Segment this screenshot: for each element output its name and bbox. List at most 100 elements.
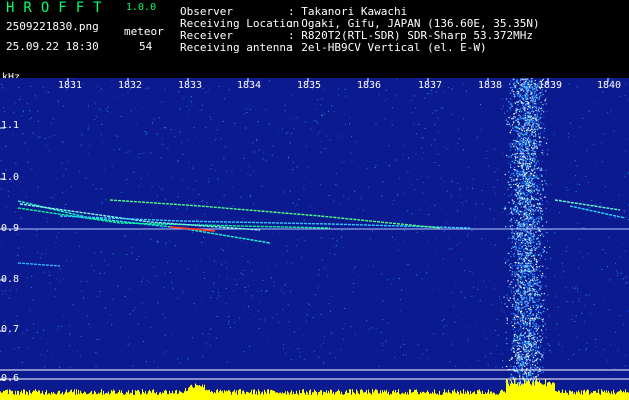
echo-bar bbox=[237, 394, 238, 400]
band-pixel bbox=[521, 238, 523, 240]
band-pixel bbox=[522, 283, 524, 285]
noise-pixel bbox=[18, 87, 20, 89]
band-pixel bbox=[546, 231, 548, 234]
noise-pixel bbox=[426, 349, 428, 351]
band-pixel bbox=[544, 127, 546, 129]
echo-bar bbox=[187, 390, 188, 400]
noise-pixel bbox=[49, 136, 51, 138]
band-pixel bbox=[535, 105, 537, 107]
band-pixel bbox=[534, 128, 536, 130]
band-pixel bbox=[524, 115, 526, 117]
band-pixel bbox=[519, 358, 521, 360]
noise-pixel bbox=[511, 313, 513, 315]
noise-pixel bbox=[128, 336, 130, 338]
echo-bar bbox=[194, 387, 195, 400]
band-pixel bbox=[525, 159, 527, 161]
band-pixel bbox=[533, 247, 535, 249]
noise-pixel bbox=[50, 317, 52, 319]
echo-bar bbox=[304, 392, 305, 400]
band-pixel bbox=[515, 93, 517, 95]
noise-pixel bbox=[247, 261, 249, 263]
band-pixel bbox=[539, 183, 541, 185]
noise-pixel bbox=[190, 96, 192, 98]
band-pixel bbox=[517, 82, 520, 84]
band-pixel bbox=[527, 355, 529, 357]
noise-pixel bbox=[284, 105, 286, 107]
band-pixel bbox=[520, 87, 522, 89]
noise-pixel bbox=[66, 260, 68, 262]
noise-pixel bbox=[460, 195, 462, 196]
noise-pixel bbox=[157, 367, 159, 369]
noise-pixel bbox=[145, 88, 147, 90]
band-pixel bbox=[538, 298, 540, 300]
noise-pixel bbox=[212, 290, 214, 292]
noise-pixel bbox=[55, 236, 57, 238]
noise-pixel bbox=[290, 194, 292, 196]
band-pixel bbox=[511, 232, 513, 234]
noise-pixel bbox=[172, 287, 174, 289]
noise-pixel bbox=[588, 181, 590, 183]
noise-pixel bbox=[601, 268, 603, 270]
echo-bar bbox=[226, 390, 227, 400]
band-pixel bbox=[527, 362, 529, 364]
noise-pixel bbox=[229, 205, 231, 207]
noise-pixel bbox=[90, 265, 92, 267]
band-pixel bbox=[533, 336, 535, 338]
band-pixel bbox=[539, 289, 541, 291]
noise-pixel bbox=[574, 136, 576, 138]
band-pixel bbox=[521, 361, 523, 363]
noise-pixel bbox=[496, 345, 498, 347]
noise-pixel bbox=[314, 295, 316, 297]
noise-pixel bbox=[426, 272, 428, 274]
band-pixel bbox=[524, 207, 526, 209]
noise-pixel bbox=[318, 131, 320, 133]
noise-pixel bbox=[530, 160, 532, 161]
noise-pixel bbox=[257, 121, 259, 123]
band-pixel bbox=[519, 162, 521, 164]
noise-pixel bbox=[548, 314, 550, 316]
noise-pixel bbox=[287, 347, 289, 349]
noise-pixel bbox=[145, 126, 146, 128]
echo-bar bbox=[223, 393, 224, 400]
band-pixel bbox=[529, 171, 531, 173]
band-pixel bbox=[528, 154, 530, 156]
band-pixel bbox=[532, 332, 534, 334]
band-pixel bbox=[531, 190, 533, 192]
band-pixel bbox=[517, 242, 520, 244]
band-pixel bbox=[529, 278, 531, 280]
noise-pixel bbox=[422, 230, 424, 232]
band-pixel bbox=[527, 89, 529, 91]
noise-pixel bbox=[159, 186, 161, 188]
band-pixel bbox=[534, 95, 537, 97]
band-pixel bbox=[539, 243, 541, 245]
noise-pixel bbox=[208, 181, 210, 183]
band-pixel bbox=[528, 281, 530, 283]
noise-pixel bbox=[361, 198, 363, 200]
band-pixel bbox=[533, 333, 536, 335]
band-pixel bbox=[516, 235, 519, 237]
echo-bar bbox=[207, 390, 208, 400]
noise-pixel bbox=[59, 280, 61, 282]
echo-bar bbox=[80, 390, 81, 400]
band-pixel bbox=[516, 174, 518, 176]
band-pixel bbox=[521, 269, 523, 271]
noise-pixel bbox=[0, 160, 2, 162]
band-pixel bbox=[519, 101, 522, 103]
band-pixel bbox=[536, 168, 538, 170]
noise-pixel bbox=[88, 152, 89, 154]
noise-pixel bbox=[334, 357, 336, 359]
band-pixel bbox=[518, 288, 520, 290]
echo-bar bbox=[321, 390, 322, 400]
band-pixel bbox=[517, 330, 519, 332]
noise-pixel bbox=[200, 109, 202, 111]
band-pixel bbox=[523, 94, 525, 96]
band-pixel bbox=[508, 195, 510, 197]
band-pixel bbox=[536, 291, 538, 293]
noise-pixel bbox=[49, 274, 50, 276]
noise-pixel bbox=[191, 232, 193, 234]
noise-pixel bbox=[309, 172, 310, 174]
noise-pixel bbox=[626, 98, 628, 100]
noise-pixel bbox=[586, 150, 588, 152]
noise-pixel bbox=[282, 128, 284, 130]
band-pixel bbox=[525, 142, 527, 145]
